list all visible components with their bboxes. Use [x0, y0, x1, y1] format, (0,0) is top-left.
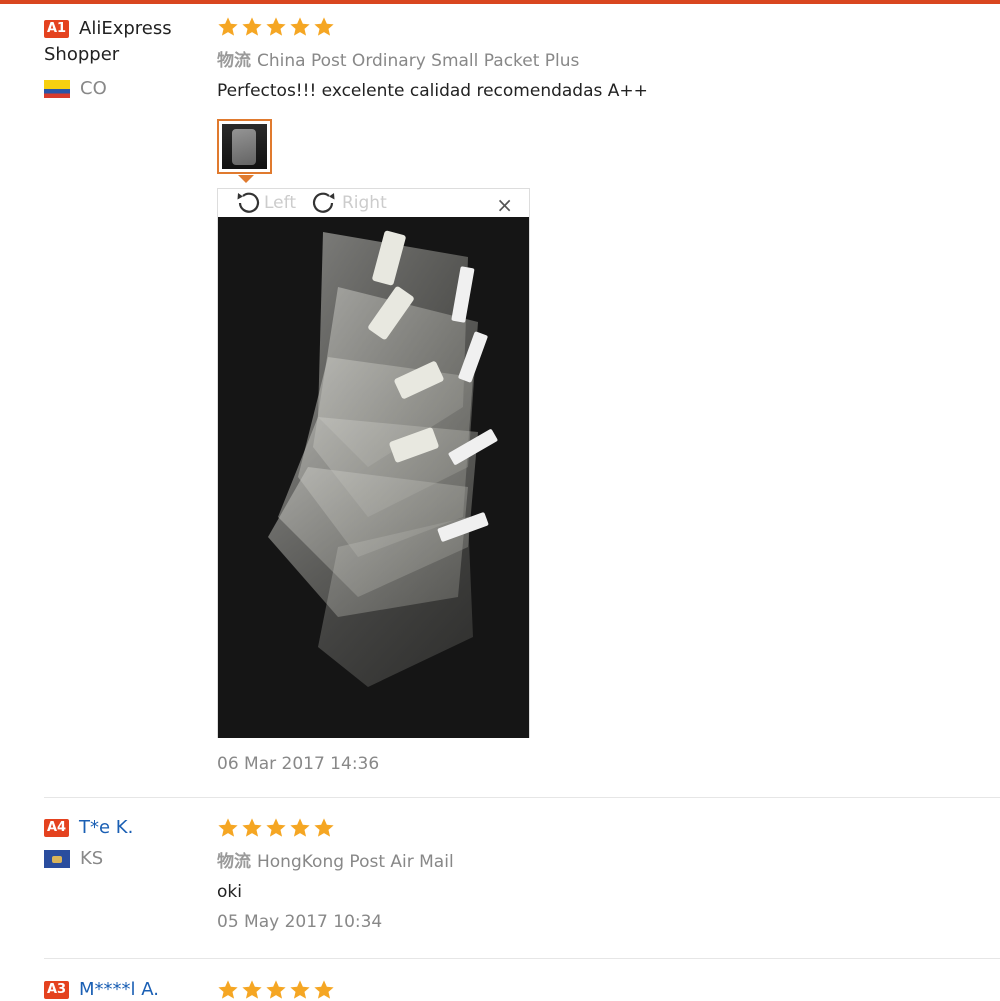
shipping-info: 物流 HongKong Post Air Mail: [217, 847, 454, 872]
colombia-flag-icon: [44, 79, 70, 98]
reviewer-country: KS: [44, 848, 214, 869]
review-content: 物流 China Post Ordinary Small Packet Plus …: [217, 16, 648, 101]
reviewer-name-row: A1 AliExpress Shopper: [44, 16, 214, 68]
thumbnail-image: [222, 124, 267, 169]
review-photo: [218, 217, 529, 738]
shipping-label: 物流: [217, 51, 251, 71]
star-icon: [265, 817, 287, 839]
reviewer-info: A3 M****l A.: [44, 979, 214, 1000]
thumbnail-caret-icon: [238, 175, 254, 183]
review-content: 物流 HongKong Post Air Mail oki 05 May 2017…: [217, 817, 454, 932]
review-text: Perfectos!!! excelente calidad recomenda…: [217, 81, 648, 101]
shipping-method: China Post Ordinary Small Packet Plus: [257, 51, 580, 71]
star-icon: [217, 817, 239, 839]
reviewer-country: CO: [44, 78, 214, 99]
review-divider: [44, 958, 1000, 959]
rotate-left-button[interactable]: Left: [232, 190, 296, 216]
star-rating: [217, 979, 335, 1001]
star-icon: [313, 817, 335, 839]
review-divider: [44, 797, 1000, 798]
star-icon: [313, 979, 335, 1001]
reviewer-info: A4 T*e K. KS: [44, 817, 214, 869]
reviewer-info: A1 AliExpress Shopper CO: [44, 16, 214, 99]
review-photo-thumbnail[interactable]: [217, 119, 272, 174]
rotate-right-button[interactable]: Right: [310, 190, 387, 216]
country-code: KS: [80, 848, 104, 869]
star-rating: [217, 16, 648, 38]
rotate-left-icon: [237, 192, 260, 213]
star-icon: [217, 16, 239, 38]
kosovo-flag-icon: [44, 849, 70, 868]
star-icon: [241, 979, 263, 1001]
reviewer-name-link[interactable]: M****l A.: [79, 979, 159, 1000]
rotate-right-label: Right: [341, 193, 387, 213]
reviewer-level-badge: A3: [44, 980, 69, 999]
close-icon[interactable]: ×: [496, 193, 513, 217]
top-accent-line: [0, 0, 1000, 4]
screen-protector-photo: [218, 217, 529, 738]
shipping-info: 物流 China Post Ordinary Small Packet Plus: [217, 46, 648, 71]
star-icon: [265, 16, 287, 38]
star-icon: [241, 817, 263, 839]
country-code: CO: [80, 78, 107, 99]
shipping-method: HongKong Post Air Mail: [257, 852, 454, 872]
review-date: 05 May 2017 10:34: [217, 912, 383, 932]
star-rating: [217, 817, 454, 839]
reviewer-name-link[interactable]: T*e K.: [79, 817, 133, 838]
review-content: [217, 979, 335, 1001]
review-date: 06 Mar 2017 14:36: [217, 754, 380, 774]
shipping-label: 物流: [217, 852, 251, 872]
rotate-left-label: Left: [264, 193, 296, 213]
viewer-toolbar: Left Right ×: [218, 189, 529, 217]
star-icon: [217, 979, 239, 1001]
review-text: oki: [217, 882, 242, 902]
star-icon: [265, 979, 287, 1001]
star-icon: [289, 979, 311, 1001]
star-icon: [289, 817, 311, 839]
star-icon: [289, 16, 311, 38]
star-icon: [313, 16, 335, 38]
reviewer-name-row: A4 T*e K.: [44, 817, 214, 838]
reviewer-level-badge: A4: [44, 818, 69, 837]
reviewer-level-badge: A1: [44, 20, 69, 38]
photo-viewer: Left Right ×: [217, 188, 530, 738]
reviewer-name-row: A3 M****l A.: [44, 979, 214, 1000]
rotate-right-icon: [312, 192, 335, 213]
star-icon: [241, 16, 263, 38]
